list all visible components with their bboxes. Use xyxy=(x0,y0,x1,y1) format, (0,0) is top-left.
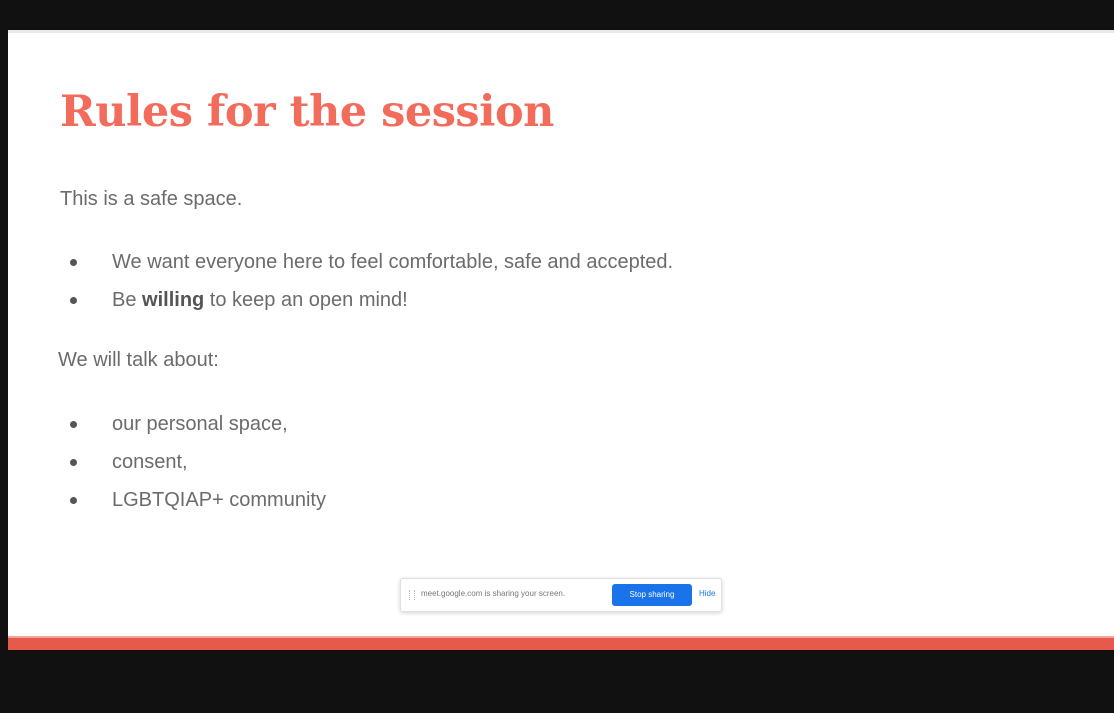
rule-text: We want everyone here to feel comfortabl… xyxy=(112,251,674,273)
rule-text: Be willing to keep an open mind! xyxy=(112,281,408,319)
rule-text-before: Be xyxy=(112,289,143,311)
slide-title: Rules for the session xyxy=(60,87,554,137)
rules-list: We want everyone here to feel comfortabl… xyxy=(8,243,908,319)
intro-text: This is a safe space. xyxy=(60,188,243,210)
presentation-slide: Rules for the session This is a safe spa… xyxy=(8,30,1114,636)
screen-share-bar: meet.google.com is sharing your screen. … xyxy=(400,578,722,612)
stop-sharing-button[interactable]: Stop sharing xyxy=(612,584,692,606)
bullet-icon xyxy=(70,421,77,428)
rule-text-bold: willing xyxy=(142,289,205,311)
list-item: Be willing to keep an open mind! xyxy=(8,281,908,319)
bullet-icon xyxy=(70,497,77,504)
topics-list: our personal space, consent, LGBTQIAP+ c… xyxy=(8,405,508,519)
topics-heading: We will talk about: xyxy=(58,349,219,371)
list-item: our personal space, xyxy=(8,405,508,443)
top-letterbox-bar xyxy=(0,0,1114,30)
slide-accent-bar xyxy=(8,636,1114,650)
share-message: meet.google.com is sharing your screen. xyxy=(421,589,566,598)
list-item: consent, xyxy=(8,443,508,481)
hide-link[interactable]: Hide xyxy=(699,589,715,598)
list-item: We want everyone here to feel comfortabl… xyxy=(8,243,908,281)
bullet-icon xyxy=(70,297,77,304)
bottom-letterbox-bar xyxy=(0,650,1114,713)
topic-text: LGBTQIAP+ community xyxy=(112,489,326,511)
topic-text: our personal space, xyxy=(112,413,288,435)
list-item: LGBTQIAP+ community xyxy=(8,481,508,519)
topic-text: consent, xyxy=(112,451,188,473)
drag-handle-icon[interactable] xyxy=(409,590,415,600)
rule-text-after: to keep an open mind! xyxy=(204,289,408,311)
bullet-icon xyxy=(70,259,77,266)
bullet-icon xyxy=(70,459,77,466)
